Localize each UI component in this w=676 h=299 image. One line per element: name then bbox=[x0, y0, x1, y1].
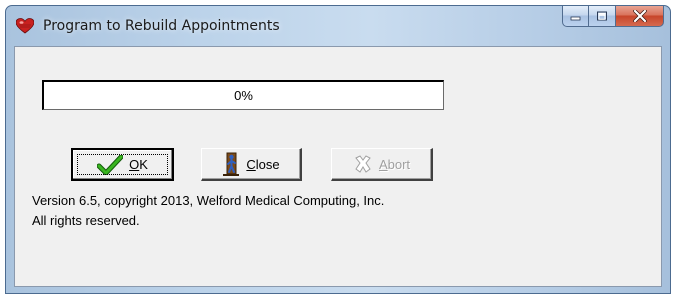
close-button[interactable]: Close bbox=[201, 148, 302, 181]
close-x-icon bbox=[632, 10, 647, 22]
caption-buttons bbox=[562, 6, 664, 28]
close-label: Close bbox=[246, 156, 280, 172]
progress-label: 0% bbox=[234, 88, 253, 103]
version-text: Version 6.5, copyright 2013, Welford Med… bbox=[32, 193, 385, 208]
abort-x-icon bbox=[355, 155, 371, 173]
abort-button[interactable]: Abort bbox=[331, 148, 433, 181]
title-bar[interactable]: Program to Rebuild Appointments bbox=[6, 6, 670, 46]
focus-rect bbox=[77, 154, 168, 175]
progress-bar: 0% bbox=[42, 80, 444, 110]
maximize-icon bbox=[597, 11, 607, 21]
red-heart-icon[interactable] bbox=[15, 18, 35, 34]
abort-label: Abort bbox=[378, 156, 411, 172]
door-exit-icon bbox=[223, 152, 240, 176]
window-close-button[interactable] bbox=[616, 6, 664, 27]
ok-button[interactable]: OK bbox=[71, 148, 174, 181]
maximize-button[interactable] bbox=[589, 6, 616, 27]
dialog-body: 0% OK Close Abort Version 6.5, copyright… bbox=[14, 46, 662, 287]
rights-text: All rights reserved. bbox=[32, 213, 140, 228]
minimize-icon bbox=[570, 16, 580, 21]
minimize-button[interactable] bbox=[562, 6, 589, 27]
window-title: Program to Rebuild Appointments bbox=[43, 18, 280, 34]
app-window: Program to Rebuild Appointments 0% OK Cl… bbox=[5, 5, 671, 294]
